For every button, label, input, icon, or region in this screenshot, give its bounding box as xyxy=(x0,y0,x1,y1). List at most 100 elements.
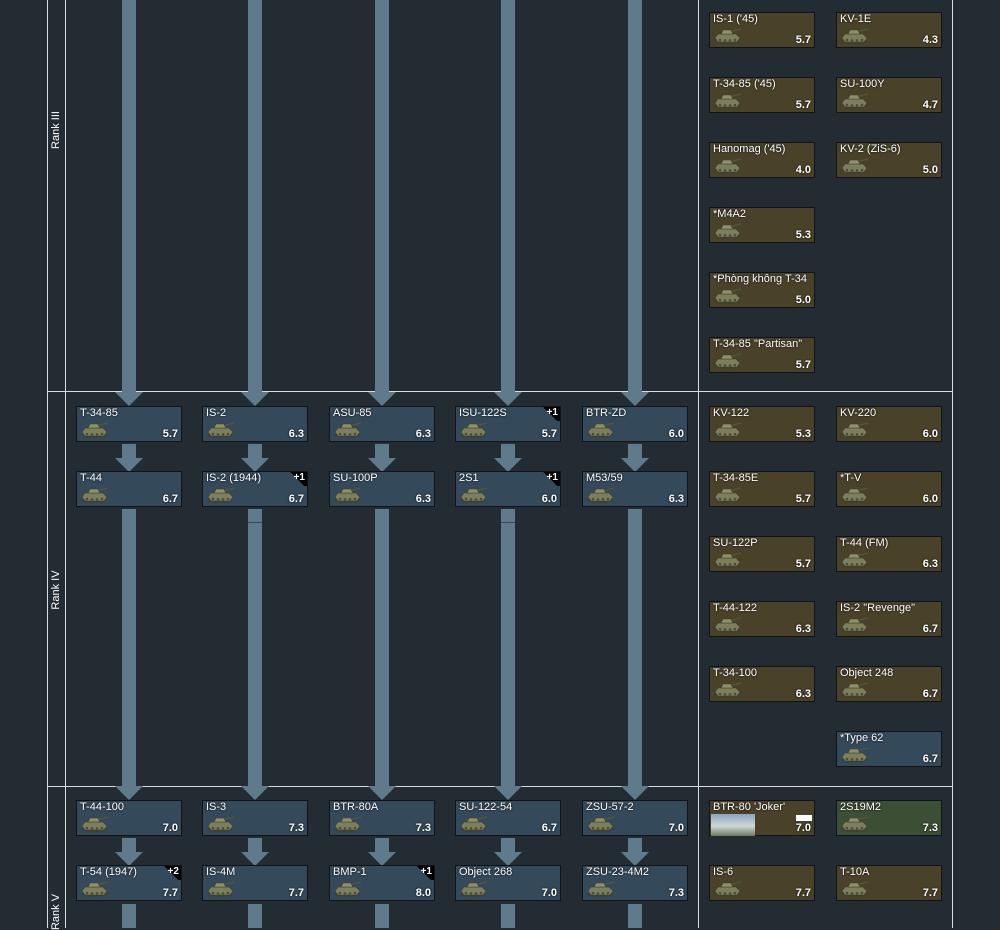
vehicle-name: T-34-100 xyxy=(713,667,758,679)
vehicle-card[interactable]: M53/59 6.3 xyxy=(582,471,688,507)
battle-rating: 6.7 xyxy=(541,822,557,834)
vehicle-card[interactable]: KV-2 (ZiS-6) 5.0 xyxy=(836,142,942,178)
vehicle-card[interactable]: T-54 (1947) 7.7 +2 xyxy=(76,865,182,901)
research-arrow-down xyxy=(621,458,649,472)
vehicle-name: IS-4M xyxy=(206,866,236,878)
vehicle-card[interactable]: 2S19M2 7.3 xyxy=(836,800,942,836)
vehicle-card[interactable]: BTR-80A 7.3 xyxy=(329,800,435,836)
vehicle-card[interactable]: IS-1 ('45) 5.7 xyxy=(709,12,815,48)
research-track-column-4 xyxy=(501,0,515,392)
battle-rating: 7.3 xyxy=(668,887,684,899)
research-arrow-down xyxy=(494,786,522,800)
vehicle-name: KV-1E xyxy=(840,13,872,25)
vehicle-card[interactable]: SU-100Y 4.7 xyxy=(836,77,942,113)
vehicle-card[interactable]: ZSU-23-4M2 7.3 xyxy=(582,865,688,901)
vehicle-card[interactable]: BTR-ZD 6.0 xyxy=(582,406,688,442)
vehicle-name: IS-1 ('45) xyxy=(713,13,758,25)
vehicle-card[interactable]: *T-V 6.0 xyxy=(836,471,942,507)
vehicle-card[interactable]: Object 248 6.7 xyxy=(836,666,942,702)
vehicle-card[interactable]: IS-2 (1944) 6.7 +1 xyxy=(202,471,308,507)
vehicle-name: KV-122 xyxy=(713,407,750,419)
vehicle-card[interactable]: ASU-85 6.3 xyxy=(329,406,435,442)
research-arrow-down xyxy=(494,392,522,406)
tank-icon xyxy=(712,155,742,175)
research-track-column-1 xyxy=(122,509,136,786)
research-track-link xyxy=(248,444,262,458)
vehicle-name: KV-220 xyxy=(840,407,877,419)
tank-icon xyxy=(712,614,742,634)
vehicle-card[interactable]: T-34-85 "Partisan" 5.7 xyxy=(709,337,815,373)
vehicle-card[interactable]: T-34-100 6.3 xyxy=(709,666,815,702)
vehicle-card[interactable]: T-34-85 ('45) 5.7 xyxy=(709,77,815,113)
vehicle-card[interactable]: T-44-122 6.3 xyxy=(709,601,815,637)
vehicle-card[interactable]: IS-4M 7.7 xyxy=(202,865,308,901)
vehicle-card[interactable]: KV-220 6.0 xyxy=(836,406,942,442)
tank-icon xyxy=(332,419,362,439)
research-track-column-5 xyxy=(628,0,642,392)
research-arrow-down xyxy=(241,392,269,406)
vehicle-card[interactable]: T-34-85E 5.7 xyxy=(709,471,815,507)
research-arrow-down xyxy=(115,392,143,406)
research-arrow-down xyxy=(494,458,522,472)
battle-rating: 6.0 xyxy=(922,493,938,505)
battle-rating: 6.3 xyxy=(922,558,938,570)
premium-column-divider xyxy=(698,0,699,928)
vehicle-card[interactable]: Object 268 7.0 xyxy=(455,865,561,901)
vehicle-card[interactable]: BMP-1 8.0 +1 xyxy=(329,865,435,901)
tank-icon xyxy=(79,878,109,898)
research-arrow-down xyxy=(115,458,143,472)
vehicle-card[interactable]: T-44 6.7 xyxy=(76,471,182,507)
battle-rating: 4.7 xyxy=(922,99,938,111)
vehicle-card[interactable]: IS-2 6.3 xyxy=(202,406,308,442)
vehicle-card[interactable]: *Phòng không T-34 5.0 xyxy=(709,272,815,308)
tank-icon xyxy=(839,813,869,833)
vehicle-card[interactable]: IS-2 "Revenge" 6.7 xyxy=(836,601,942,637)
tank-icon xyxy=(712,285,742,305)
battle-rating: 6.3 xyxy=(288,428,304,440)
research-arrow-down xyxy=(368,786,396,800)
vehicle-card[interactable]: SU-122-54 6.7 xyxy=(455,800,561,836)
tank-icon xyxy=(332,878,362,898)
research-arrow-down xyxy=(115,786,143,800)
vehicle-card[interactable]: T-34-85 5.7 xyxy=(76,406,182,442)
vehicle-name: Hanomag ('45) xyxy=(713,143,786,155)
vehicle-name: BMP-1 xyxy=(333,866,367,878)
vehicle-card[interactable]: KV-122 5.3 xyxy=(709,406,815,442)
vehicle-card[interactable]: Hanomag ('45) 4.0 xyxy=(709,142,815,178)
vehicle-card[interactable]: *M4A2 5.3 xyxy=(709,207,815,243)
vehicle-card[interactable]: ZSU-57-2 7.0 xyxy=(582,800,688,836)
track-segment-mark xyxy=(248,522,262,523)
tree-left-border xyxy=(47,0,48,928)
research-track-link xyxy=(122,444,136,458)
vehicle-name: T-54 (1947) xyxy=(80,866,137,878)
tank-icon xyxy=(839,155,869,175)
vehicle-card[interactable]: ISU-122S 5.7 +1 xyxy=(455,406,561,442)
vehicle-card[interactable]: *Type 62 6.7 xyxy=(836,731,942,767)
tank-icon xyxy=(839,90,869,110)
battle-rating: 6.3 xyxy=(668,493,684,505)
tank-icon xyxy=(712,90,742,110)
rank-iii-label: Rank III xyxy=(50,111,62,149)
vehicle-card[interactable]: SU-100P 6.3 xyxy=(329,471,435,507)
vehicle-card[interactable]: T-10A 7.7 xyxy=(836,865,942,901)
vehicle-name: BTR-80 'Joker' xyxy=(713,801,786,813)
vehicle-card[interactable]: 2S1 6.0 +1 xyxy=(455,471,561,507)
vehicle-card[interactable]: T-44-100 7.0 xyxy=(76,800,182,836)
tree-right-border xyxy=(952,0,953,928)
research-arrow-down xyxy=(368,852,396,866)
vehicle-card[interactable]: IS-6 7.7 xyxy=(709,865,815,901)
research-track-column-4 xyxy=(501,904,515,928)
vehicle-name: T-44-122 xyxy=(713,602,758,614)
vehicle-card[interactable]: BTR-80 'Joker' 7.0 xyxy=(709,800,815,836)
vehicle-card[interactable]: SU-122P 5.7 xyxy=(709,536,815,572)
battle-rating: 8.0 xyxy=(415,887,431,899)
research-track-column-2 xyxy=(248,0,262,392)
vehicle-card[interactable]: IS-3 7.3 xyxy=(202,800,308,836)
vehicle-card[interactable]: T-44 (FM) 6.3 xyxy=(836,536,942,572)
vehicle-card[interactable]: KV-1E 4.3 xyxy=(836,12,942,48)
research-track-column-5 xyxy=(628,509,642,786)
vehicle-name: KV-2 (ZiS-6) xyxy=(840,143,901,155)
battle-rating: 5.7 xyxy=(795,558,811,570)
battle-rating: 5.7 xyxy=(795,493,811,505)
battle-rating: 7.0 xyxy=(162,822,178,834)
